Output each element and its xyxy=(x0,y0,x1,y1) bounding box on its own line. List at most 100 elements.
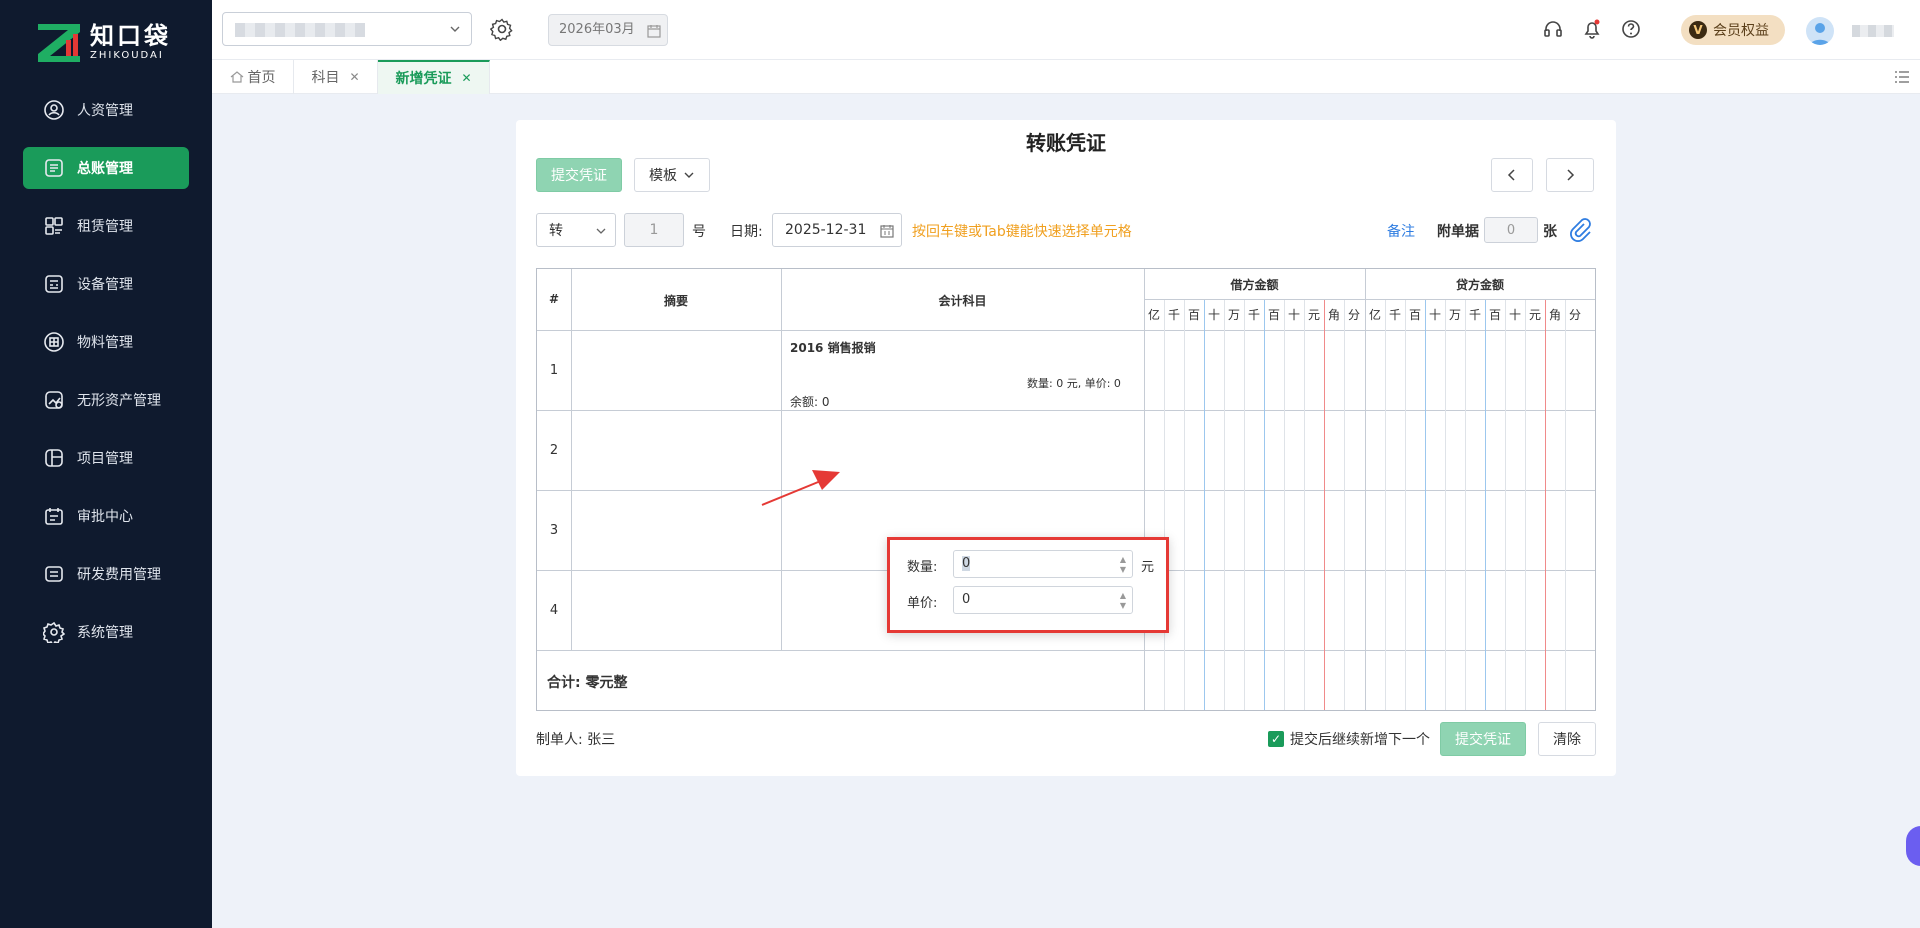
chevron-down-icon xyxy=(450,26,460,32)
account-cell[interactable] xyxy=(782,411,1144,490)
headset-icon[interactable] xyxy=(1542,18,1564,40)
sidebar-item-label: 项目管理 xyxy=(77,451,133,467)
digit-divider xyxy=(1465,300,1466,710)
digit-header: 万 xyxy=(1227,308,1240,322)
digit-divider xyxy=(1405,300,1406,710)
help-icon[interactable] xyxy=(1620,18,1642,40)
tab-list-icon[interactable] xyxy=(1894,69,1910,85)
brand-name-en: ZHIKOUDAI xyxy=(90,50,164,61)
sidebar-item-device[interactable]: 设备管理 xyxy=(23,263,189,305)
date-field[interactable]: 2025-12-31 xyxy=(772,213,902,247)
bell-icon[interactable] xyxy=(1581,18,1603,40)
sidebar-item-lease[interactable]: 租赁管理 xyxy=(23,205,189,247)
col-index-header: # xyxy=(548,292,560,306)
lease-icon xyxy=(43,215,65,237)
rd-expense-icon xyxy=(43,563,65,585)
account-name: 2016 销售报销 xyxy=(790,341,876,355)
digit-header: 亿 xyxy=(1368,308,1381,322)
sidebar-item-system[interactable]: 系统管理 xyxy=(23,611,189,653)
continue-label: 提交后继续新增下一个 xyxy=(1290,732,1430,748)
template-button[interactable]: 模板 xyxy=(634,158,710,192)
sidebar-item-intangible-assets[interactable]: 无形资产管理 xyxy=(23,379,189,421)
ledger-icon xyxy=(43,157,65,179)
sidebar-item-hr[interactable]: 人资管理 xyxy=(23,89,189,131)
tab-home[interactable]: 首页 xyxy=(212,60,294,94)
digit-divider xyxy=(1264,300,1265,710)
tab-label: 新增凭证 xyxy=(395,71,452,87)
digit-header: 十 xyxy=(1207,308,1220,322)
summary-cell[interactable] xyxy=(572,571,781,650)
digit-header: 百 xyxy=(1187,308,1200,322)
highlight-box xyxy=(887,537,1169,633)
voucher-number-field[interactable]: 1 xyxy=(624,213,684,247)
sidebar-item-general-ledger[interactable]: 总账管理 xyxy=(23,147,189,189)
member-benefits-label: 会员权益 xyxy=(1713,23,1769,39)
digit-divider xyxy=(1184,300,1185,710)
sidebar-item-label: 系统管理 xyxy=(77,625,133,641)
username-redacted[interactable] xyxy=(1852,25,1894,37)
brand-name: 知口袋 xyxy=(90,22,171,50)
tab-accounts[interactable]: 科目 ✕ xyxy=(294,60,378,94)
close-icon[interactable]: ✕ xyxy=(349,70,359,84)
chat-support-icon[interactable] xyxy=(1906,826,1920,866)
continue-checkbox[interactable]: ✓ xyxy=(1268,731,1284,747)
avatar[interactable] xyxy=(1806,17,1834,45)
digit-divider xyxy=(1224,300,1225,710)
period-value: 2026年03月 xyxy=(559,22,635,37)
summary-cell[interactable] xyxy=(572,331,781,410)
clear-button[interactable]: 清除 xyxy=(1538,722,1596,756)
chevron-left-icon xyxy=(1507,169,1515,181)
tab-label: 首页 xyxy=(247,70,276,86)
date-label: 日期: xyxy=(730,224,763,240)
sidebar-item-material[interactable]: 物料管理 xyxy=(23,321,189,363)
vip-icon: V xyxy=(1689,21,1707,39)
period-field[interactable]: 2026年03月 xyxy=(548,14,668,46)
sidebar-item-label: 研发费用管理 xyxy=(77,567,161,583)
device-icon xyxy=(43,273,65,295)
submit-voucher-button[interactable]: 提交凭证 xyxy=(536,158,622,192)
close-icon[interactable]: ✕ xyxy=(461,71,471,85)
date-value: 2025-12-31 xyxy=(785,222,867,238)
voucher-entry-table: 亿千百十万千百十元角分亿千百十万千百十元角分 # 摘要 会计科目 借方金额 贷方… xyxy=(536,268,1596,711)
voucher-total: 合计: 零元整 xyxy=(547,675,628,691)
digit-divider xyxy=(1204,300,1205,710)
approval-icon xyxy=(43,505,65,527)
company-select[interactable] xyxy=(222,12,472,46)
sidebar-item-approval[interactable]: 审批中心 xyxy=(23,495,189,537)
voucher-card: 转账凭证 提交凭证 模板 转 1 号 日期: 2025-12-31 按回车键或T… xyxy=(516,120,1616,776)
col-account-header: 会计科目 xyxy=(938,294,987,308)
account-balance: 余额: 0 xyxy=(790,395,830,409)
tab-bar: 首页 科目 ✕ 新增凭证 ✕ xyxy=(212,60,1920,94)
sidebar-item-rd-expense[interactable]: 研发费用管理 xyxy=(23,553,189,595)
sidebar-item-project[interactable]: 项目管理 xyxy=(23,437,189,479)
digit-divider xyxy=(1284,300,1285,710)
chevron-down-icon xyxy=(596,228,606,234)
digit-header: 元 xyxy=(1307,308,1320,322)
digit-divider xyxy=(1304,300,1305,710)
summary-cell[interactable] xyxy=(572,491,781,570)
submit-voucher-button-bottom[interactable]: 提交凭证 xyxy=(1440,722,1526,756)
next-voucher-button[interactable] xyxy=(1546,158,1594,192)
user-badge-icon xyxy=(43,99,65,121)
voucher-title: 转账凭证 xyxy=(1026,131,1106,155)
voucher-number-suffix: 号 xyxy=(692,224,706,240)
digit-divider xyxy=(1485,300,1486,710)
digit-divider xyxy=(1545,300,1546,710)
digit-header: 十 xyxy=(1428,308,1441,322)
summary-cell[interactable] xyxy=(572,411,781,490)
brand-logo[interactable]: 知口袋 ZHIKOUDAI xyxy=(36,22,171,64)
row-number: 1 xyxy=(549,363,559,378)
row-number: 2 xyxy=(549,443,559,458)
prev-voucher-button[interactable] xyxy=(1491,158,1533,192)
remark-link[interactable]: 备注 xyxy=(1387,221,1415,241)
paperclip-icon[interactable] xyxy=(1567,216,1593,242)
intangible-asset-icon xyxy=(43,389,65,411)
digit-header: 十 xyxy=(1508,308,1521,322)
tab-new-voucher[interactable]: 新增凭证 ✕ xyxy=(378,60,490,94)
member-benefits-button[interactable]: V 会员权益 xyxy=(1681,15,1785,45)
attachment-count-field[interactable]: 0 xyxy=(1484,217,1538,243)
voucher-type-select[interactable]: 转 xyxy=(536,213,616,247)
gear-icon[interactable] xyxy=(490,17,514,41)
digit-divider xyxy=(1525,300,1526,710)
sidebar-item-label: 设备管理 xyxy=(77,277,133,293)
